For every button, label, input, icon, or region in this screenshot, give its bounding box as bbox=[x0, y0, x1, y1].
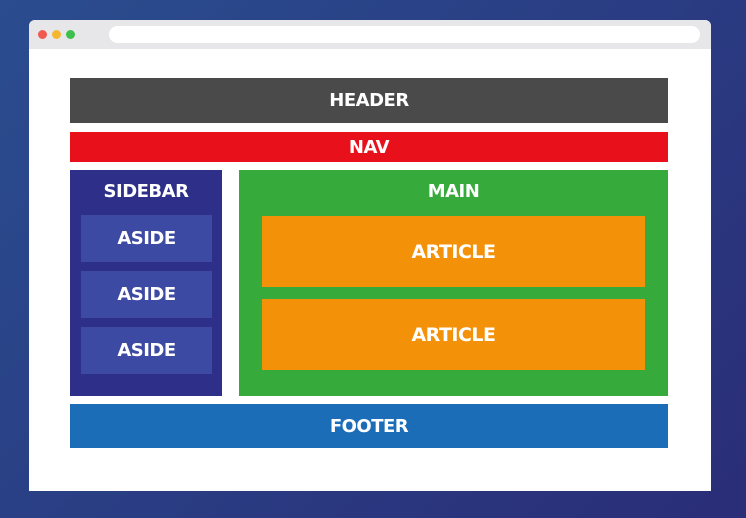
green-dot-icon[interactable] bbox=[66, 30, 75, 39]
main-label: MAIN bbox=[427, 181, 480, 202]
article-label: ARTICLE bbox=[411, 323, 496, 346]
sidebar-label: SIDEBAR bbox=[103, 181, 189, 202]
main-block: MAIN ARTICLE ARTICLE bbox=[239, 170, 668, 396]
header-label: HEADER bbox=[329, 90, 409, 111]
aside-block: ASIDE bbox=[81, 271, 212, 318]
sidebar-block: SIDEBAR ASIDE ASIDE ASIDE bbox=[70, 170, 222, 396]
aside-block: ASIDE bbox=[81, 215, 212, 262]
footer-block: FOOTER bbox=[70, 404, 668, 448]
browser-titlebar bbox=[29, 20, 711, 49]
article-label: ARTICLE bbox=[411, 240, 496, 263]
footer-label: FOOTER bbox=[329, 415, 409, 437]
article-block: ARTICLE bbox=[262, 216, 645, 287]
address-bar[interactable] bbox=[109, 26, 700, 43]
nav-block: NAV bbox=[70, 132, 668, 162]
red-dot-icon[interactable] bbox=[38, 30, 47, 39]
aside-label: ASIDE bbox=[117, 340, 176, 361]
yellow-dot-icon[interactable] bbox=[52, 30, 61, 39]
aside-block: ASIDE bbox=[81, 327, 212, 374]
header-block: HEADER bbox=[70, 78, 668, 123]
aside-label: ASIDE bbox=[117, 228, 176, 249]
browser-window: HEADER NAV SIDEBAR ASIDE ASIDE ASIDE MAI… bbox=[29, 20, 711, 491]
article-block: ARTICLE bbox=[262, 299, 645, 370]
aside-label: ASIDE bbox=[117, 284, 176, 305]
nav-label: NAV bbox=[348, 136, 390, 158]
